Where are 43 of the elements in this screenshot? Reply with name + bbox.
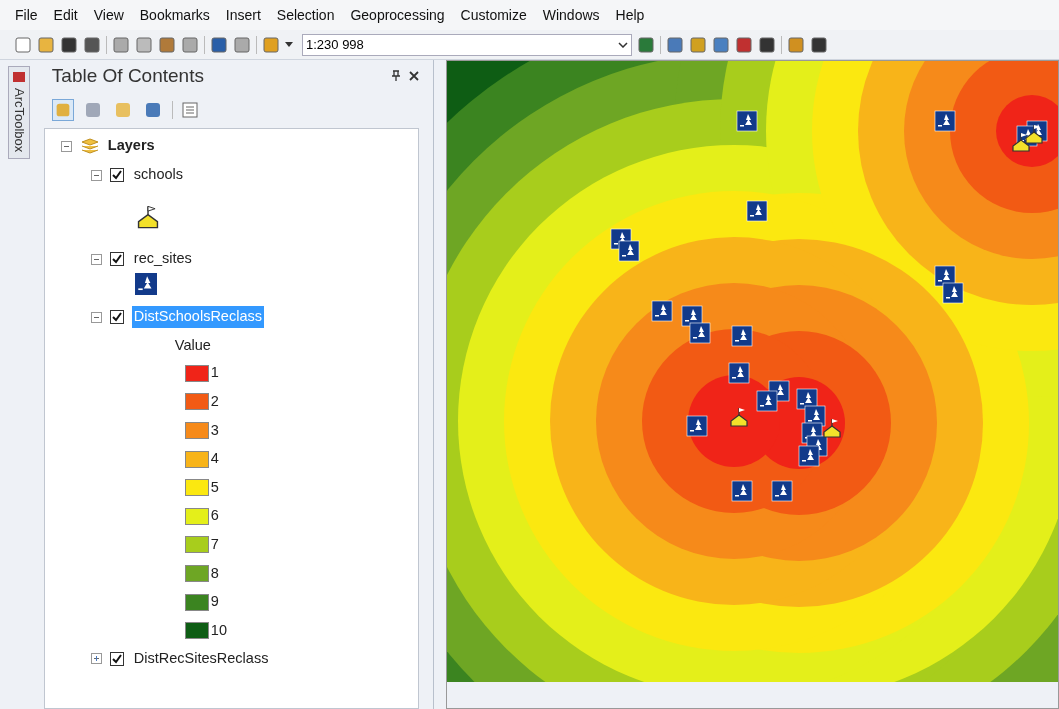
legend-label: 3 [210, 420, 219, 440]
legend-label: 4 [210, 449, 219, 469]
panel-title: Table Of Contents [51, 63, 204, 88]
layer-name[interactable]: DistRecSitesReclass [131, 648, 271, 670]
layer-checkbox[interactable] [109, 310, 124, 324]
legend-label: 7 [210, 535, 219, 554]
legend-label: 1 [210, 363, 219, 383]
legend-heading: Value [173, 336, 212, 355]
menu-item[interactable]: Geoprocessing [343, 4, 452, 26]
layer-name[interactable]: rec_sites [131, 248, 194, 270]
menu-item[interactable]: View [86, 4, 131, 26]
layer-checkbox[interactable] [109, 252, 124, 266]
legend-label: 6 [210, 506, 219, 526]
legend-label: 10 [210, 620, 227, 640]
expand-icon[interactable] [90, 653, 102, 665]
recreation-site-icon [134, 273, 157, 295]
collapse-icon[interactable] [90, 169, 102, 181]
close-icon[interactable] [409, 71, 419, 81]
collapse-icon[interactable] [60, 140, 72, 152]
side-tab[interactable]: ArcToolbox [8, 66, 30, 160]
menu-item[interactable]: Help [608, 4, 652, 26]
collapse-icon[interactable] [90, 311, 102, 323]
layer-checkbox[interactable] [109, 651, 124, 666]
layer-checkbox[interactable] [109, 168, 124, 182]
pin-icon[interactable] [391, 70, 401, 82]
menu-item[interactable]: File [8, 4, 45, 26]
legend-label: 2 [210, 392, 219, 411]
menu-item[interactable]: Edit [46, 4, 85, 26]
legend-label: 9 [210, 592, 219, 612]
layer-name[interactable]: schools [131, 164, 185, 186]
scale-dropdown[interactable]: 1:230 998 [302, 33, 632, 56]
caret-icon[interactable] [285, 41, 293, 48]
menu-item[interactable]: Windows [535, 4, 607, 26]
legend-label: 5 [210, 477, 219, 497]
menu-item[interactable]: Selection [269, 4, 342, 26]
menu-item[interactable]: Insert [218, 4, 268, 26]
collapse-icon[interactable] [90, 253, 102, 265]
caret-icon[interactable] [618, 41, 628, 48]
menu-item[interactable]: Customize [453, 4, 534, 26]
data-frame-name[interactable]: Layers [107, 135, 155, 157]
menu-item[interactable]: Bookmarks [132, 4, 217, 26]
layers-icon [79, 137, 100, 155]
legend-label: 8 [210, 563, 219, 583]
